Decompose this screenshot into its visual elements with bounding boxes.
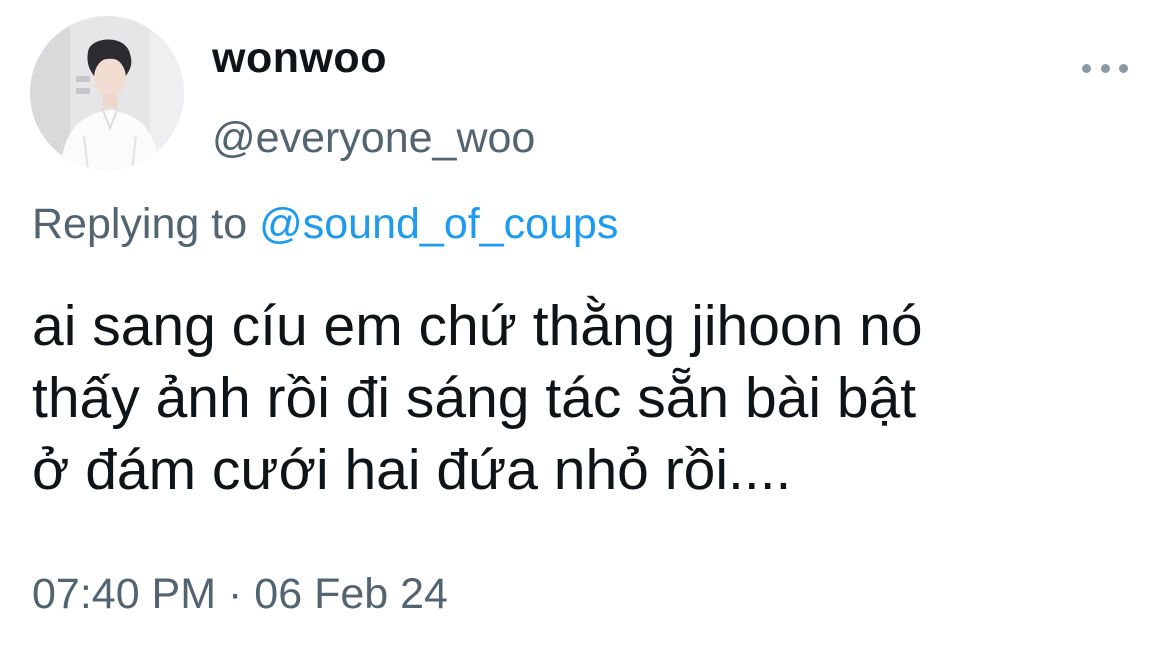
meta-separator: ·: [228, 570, 243, 618]
more-dot-1: [1082, 63, 1091, 73]
tweet-timestamp[interactable]: 07:40 PM · 06 Feb 24: [32, 570, 448, 619]
avatar[interactable]: [30, 16, 184, 170]
tweet-time: 07:40 PM: [32, 570, 217, 618]
reply-mention-link[interactable]: @sound_of_coups: [259, 200, 618, 248]
tweet-card: wonwoo @everyone_woo Replying to @sound_…: [0, 0, 1170, 656]
more-dot-2: [1100, 63, 1110, 73]
replying-to: Replying to @sound_of_coups: [32, 200, 618, 249]
tweet-text: ai sang cíu em chứ thằng jihoon nó thấy …: [32, 290, 1142, 506]
display-name[interactable]: wonwoo: [212, 34, 387, 83]
more-icon[interactable]: [1082, 56, 1128, 80]
replying-to-label: Replying to: [32, 200, 248, 248]
tweet-text-line: ai sang cíu em chứ thằng jihoon nó: [32, 294, 923, 358]
tweet-text-line: thấy ảnh rồi đi sáng tác sẵn bài bật: [32, 366, 917, 430]
profile-photo-icon: [30, 16, 184, 170]
tweet-date: 06 Feb 24: [254, 570, 448, 618]
tweet-text-line: ở đám cưới hai đứa nhỏ rồi....: [32, 438, 792, 502]
user-handle[interactable]: @everyone_woo: [212, 114, 535, 163]
more-dot-3: [1119, 63, 1128, 73]
